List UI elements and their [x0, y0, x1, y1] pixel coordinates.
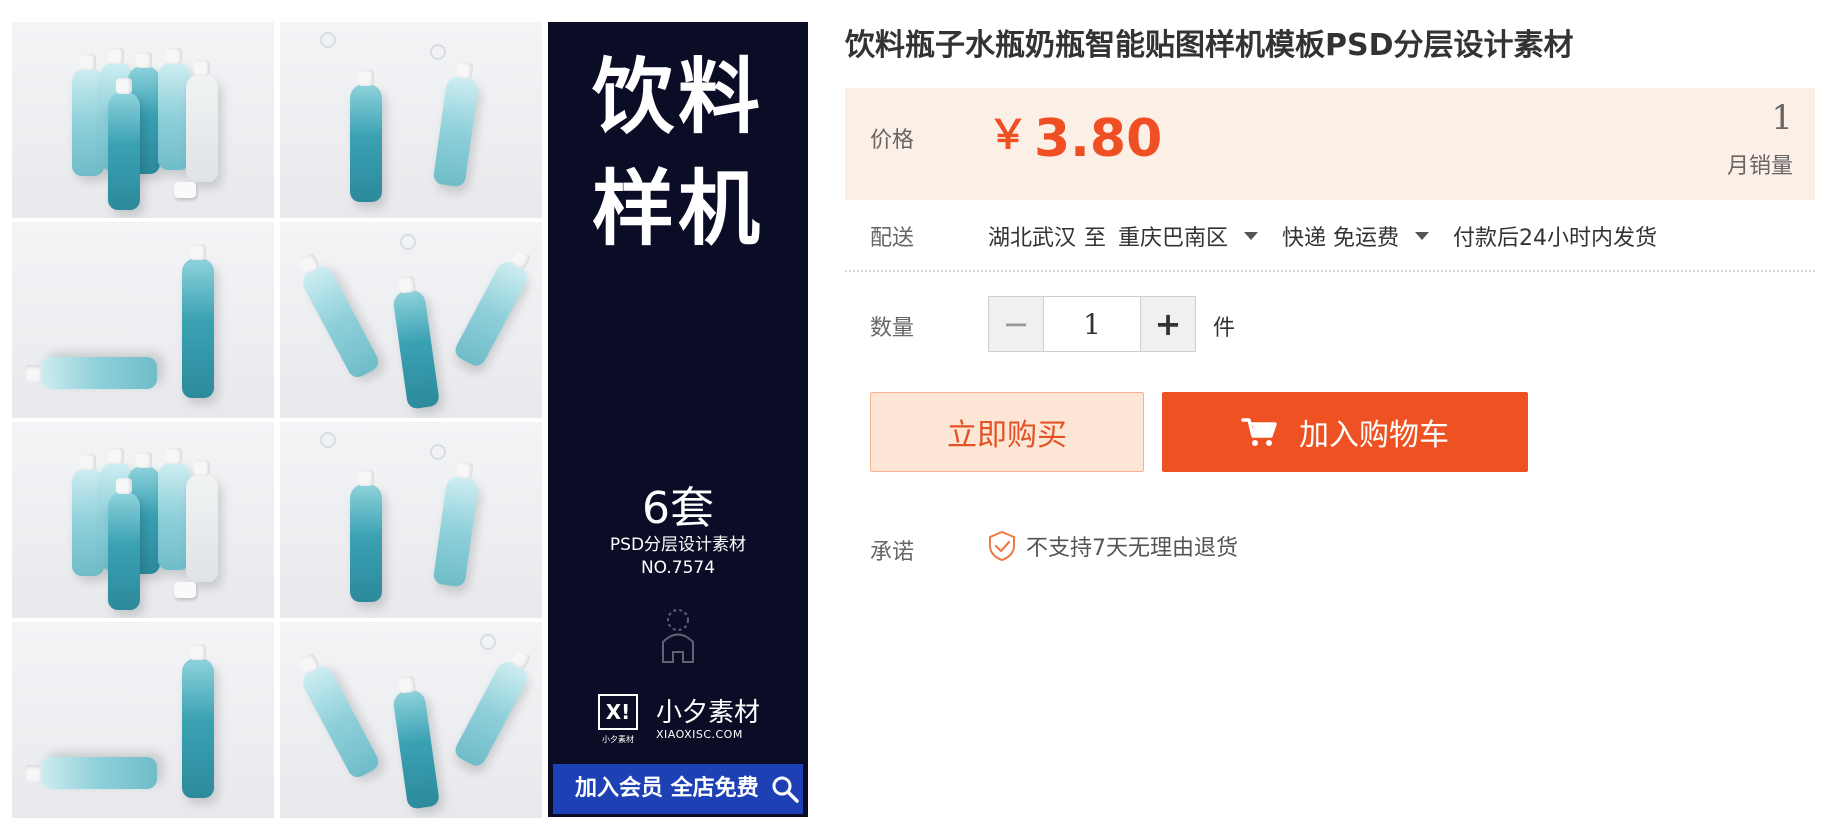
bottle-image: [432, 474, 480, 588]
mockup-thumbnail-8[interactable]: [280, 622, 542, 818]
price-amount: 3.80: [1034, 109, 1163, 169]
bottle-image: [452, 656, 532, 770]
banner-subtitle: PSD分层设计素材: [609, 535, 747, 555]
chevron-down-icon: [1244, 232, 1259, 240]
decrease-quantity-button[interactable]: −: [989, 297, 1043, 351]
bottle-image: [186, 460, 218, 582]
bottle-image: [350, 70, 382, 202]
bottle-image: [39, 357, 157, 389]
delivery-note: 付款后24小时内发货: [1453, 226, 1658, 251]
monthly-sales-label: 月销量: [1726, 154, 1793, 179]
promise-text: 不支持7天无理由退货: [1026, 536, 1238, 561]
shop-logo-caption: 小夕素材: [602, 735, 634, 744]
shop-logo-icon: X!: [598, 694, 638, 730]
quantity-unit: 件: [1213, 316, 1236, 341]
bubble-decoration: [320, 432, 336, 448]
shield-check-icon: [989, 530, 1015, 562]
shipping-label: 配送: [870, 226, 915, 251]
mockup-thumbnail-5[interactable]: [12, 422, 274, 618]
bottle-cap-image: [174, 582, 196, 598]
promise-row: 承诺 不支持7天无理由退货: [845, 528, 1815, 568]
destination-value: 重庆巴南区: [1118, 226, 1229, 251]
add-to-cart-button[interactable]: 加入购物车: [1162, 392, 1528, 472]
quantity-row: 数量 − + 件: [845, 290, 1815, 352]
bubble-decoration: [400, 234, 416, 250]
banner-title-line-1: 饮料: [591, 50, 764, 145]
banner-title-line-2: 样机: [591, 162, 764, 257]
price-value: ￥ 3.80: [988, 102, 1162, 169]
increase-quantity-button[interactable]: +: [1141, 297, 1195, 351]
bubble-decoration: [430, 44, 446, 60]
join-member-banner-button[interactable]: 加入会员 全店免费: [553, 764, 803, 814]
price-label: 价格: [870, 128, 915, 153]
destination-dropdown[interactable]: 重庆巴南区: [1118, 220, 1282, 252]
zoom-icon[interactable]: [770, 774, 800, 804]
shop-brand-name: 小夕素材: [656, 698, 761, 728]
quantity-stepper: − +: [988, 296, 1196, 352]
shipping-row: 配送 湖北武汉 至 重庆巴南区 快递 免运费 付款后24小时内发货: [845, 200, 1815, 272]
banner-set-count: 6套: [642, 483, 714, 534]
promise-item: 不支持7天无理由退货: [988, 530, 1238, 562]
price-section: 价格 ￥ 3.80 1 月销量: [845, 88, 1815, 200]
mockup-thumbnail-7[interactable]: [12, 622, 274, 818]
mockup-thumbnail-6[interactable]: [280, 422, 542, 618]
bubble-decoration: [320, 32, 336, 48]
buy-now-button[interactable]: 立即购买: [870, 392, 1144, 472]
shipping-method-value: 快递 免运费: [1282, 226, 1400, 251]
bottle-image: [298, 261, 382, 381]
bubble-decoration: [480, 634, 496, 650]
bottle-image: [391, 288, 441, 410]
elephant-decoration-icon: [662, 609, 694, 663]
banner-item-number: NO.7574: [640, 558, 716, 578]
bottle-image: [108, 478, 140, 610]
monthly-sales-count: 1: [1771, 98, 1793, 138]
buy-now-label: 立即购买: [947, 418, 1067, 453]
shop-url: XIAOXISC.COM: [656, 728, 743, 741]
bottle-cap-image: [174, 182, 196, 198]
mockup-thumbnail-1[interactable]: [12, 22, 274, 218]
quantity-input[interactable]: [1043, 297, 1141, 351]
mockup-thumbnail-2[interactable]: [280, 22, 542, 218]
currency-symbol: ￥: [988, 112, 1028, 158]
ship-to-word: 至: [1084, 226, 1107, 251]
mockup-thumbnail-grid: [12, 22, 542, 818]
product-title: 饮料瓶子水瓶奶瓶智能贴图样机模板PSD分层设计素材: [845, 28, 1574, 63]
promise-label: 承诺: [870, 540, 915, 565]
bottle-image: [350, 470, 382, 602]
shopping-cart-icon: [1241, 418, 1277, 446]
bottle-image: [432, 74, 480, 188]
product-gallery: 饮料 样机 6套 PSD分层设计素材 NO.7574 X! 小夕素材 小夕素材 …: [12, 22, 808, 818]
bottle-image: [182, 244, 214, 398]
shipping-method-dropdown[interactable]: 快递 免运费: [1282, 220, 1453, 252]
quantity-label: 数量: [870, 316, 915, 341]
bottle-image: [298, 661, 382, 781]
bubble-decoration: [430, 444, 446, 460]
bottle-image: [391, 688, 441, 810]
bottle-image: [452, 256, 532, 370]
promo-banner[interactable]: 饮料 样机 6套 PSD分层设计素材 NO.7574 X! 小夕素材 小夕素材 …: [548, 22, 808, 817]
mockup-thumbnail-3[interactable]: [12, 222, 274, 418]
chevron-down-icon: [1415, 232, 1430, 240]
bottle-image: [182, 644, 214, 798]
bottle-image: [186, 60, 218, 182]
bottle-image: [39, 757, 157, 789]
mockup-thumbnail-4[interactable]: [280, 222, 542, 418]
add-to-cart-label: 加入购物车: [1299, 418, 1449, 453]
ship-from-location: 湖北武汉: [988, 226, 1077, 251]
banner-title: 饮料 样机: [548, 22, 808, 266]
bottle-image: [108, 78, 140, 210]
